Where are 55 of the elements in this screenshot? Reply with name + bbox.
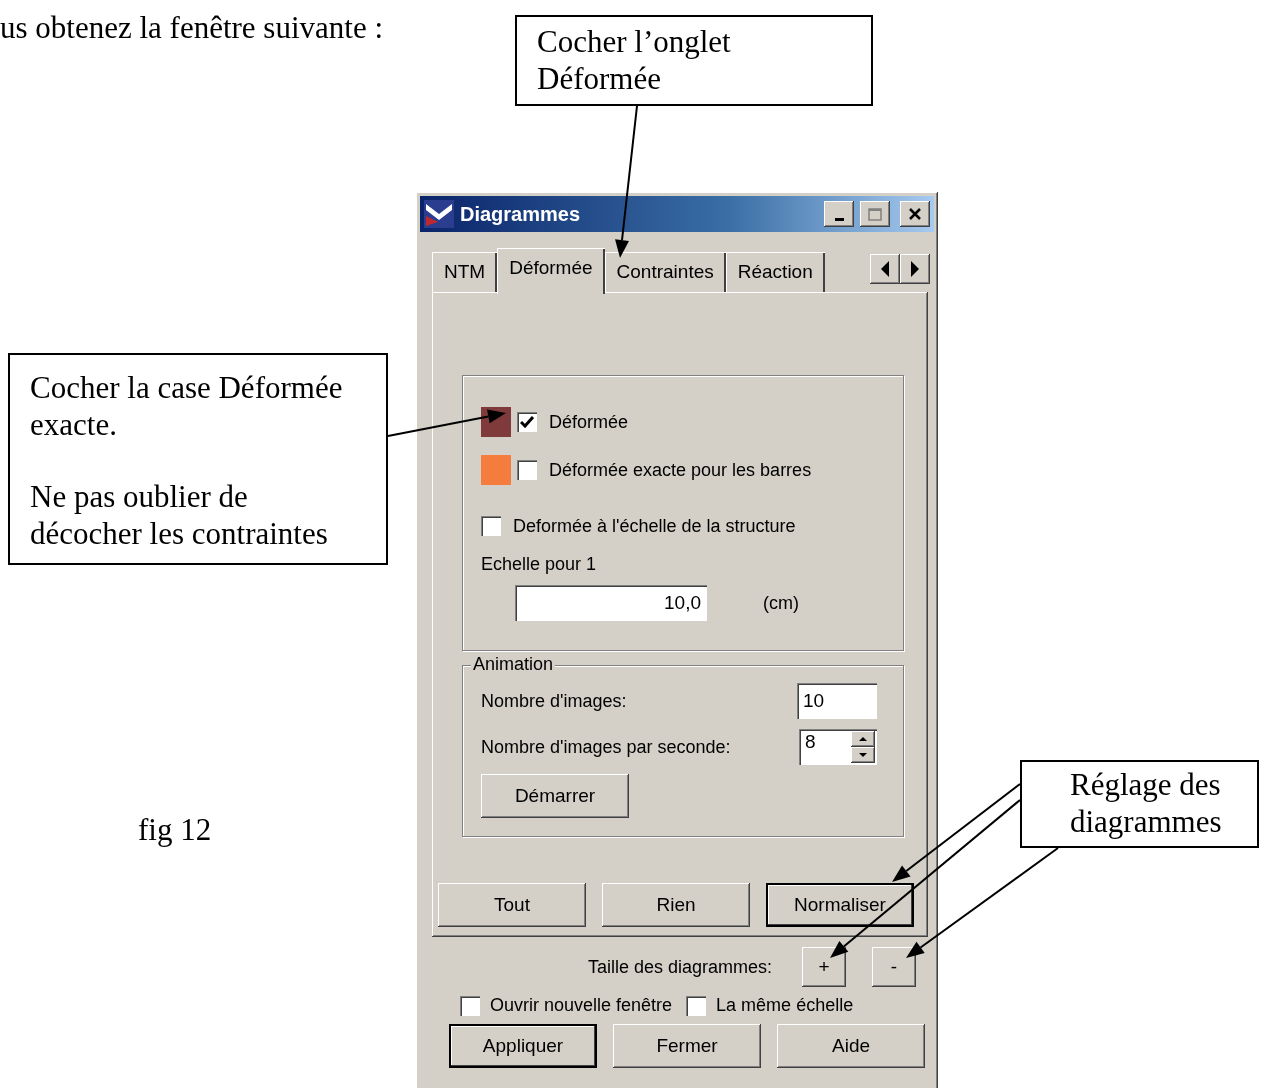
close-icon: [908, 207, 922, 221]
checkbox-label: Ouvrir nouvelle fenêtre: [490, 995, 673, 1016]
window-title: Diagrammes: [460, 202, 582, 226]
frames-input[interactable]: 10: [797, 683, 877, 719]
checkbox-label: Déformée exacte pour les barres: [549, 459, 812, 481]
down-arrow-icon: [859, 753, 867, 757]
checkbox[interactable]: [481, 516, 501, 536]
spin-down-button[interactable]: [851, 747, 875, 763]
size-button[interactable]: +: [802, 947, 846, 987]
right-arrow-icon: [911, 261, 919, 277]
tab-scroll-right-button[interactable]: [900, 254, 930, 284]
dialog-button[interactable]: Appliquer: [449, 1024, 597, 1068]
checkbox[interactable]: [517, 460, 537, 480]
tab-scroll-left-button[interactable]: [870, 254, 900, 284]
close-button[interactable]: [900, 201, 930, 227]
dialog-button[interactable]: Aide: [777, 1024, 925, 1068]
tab[interactable]: Contraintes: [604, 252, 726, 292]
tab[interactable]: Déformée: [497, 248, 605, 294]
maximize-button[interactable]: [860, 201, 890, 227]
spin-up-button[interactable]: [851, 731, 875, 747]
figure-label: fig 12: [138, 812, 212, 848]
start-button[interactable]: Démarrer: [481, 774, 629, 818]
checkmark-icon: [520, 416, 534, 428]
color-swatch[interactable]: [481, 455, 511, 485]
scale-label: Echelle pour 1: [481, 554, 598, 575]
maximize-icon: [868, 207, 882, 221]
size-button[interactable]: -: [872, 947, 916, 987]
checkbox-label: Déformée: [549, 411, 629, 433]
minimize-icon: [834, 217, 844, 221]
dialog-button[interactable]: Fermer: [613, 1024, 761, 1068]
panel-button[interactable]: Rien: [602, 883, 750, 927]
callout-text: Ne pas oublier de décocher les contraintes: [30, 478, 329, 552]
callout-text: Cocher l’onglet Déformée: [537, 23, 732, 97]
checkbox-label: Deformée à l'échelle de la structure: [513, 515, 796, 537]
app-logo-icon: [424, 200, 454, 228]
checkbox[interactable]: [460, 995, 480, 1016]
fps-label: Nombre d'images par seconde:: [481, 736, 731, 758]
tab[interactable]: Réaction: [725, 252, 825, 292]
checkbox-label: La même échelle: [716, 995, 854, 1016]
size-label: Taille des diagrammes:: [587, 956, 772, 978]
callout-text: Réglage des diagrammes: [1070, 766, 1223, 840]
checkbox[interactable]: [517, 412, 537, 432]
fps-spinner[interactable]: 8: [799, 729, 877, 765]
unit-label: (cm): [763, 592, 799, 614]
tab[interactable]: NTM: [432, 252, 498, 292]
intro-text: us obtenez la fenêtre suivante :: [0, 10, 384, 46]
up-arrow-icon: [859, 737, 867, 741]
panel-button[interactable]: Tout: [438, 883, 586, 927]
frames-label: Nombre d'images:: [481, 690, 627, 712]
checkbox[interactable]: [686, 995, 707, 1016]
callout-text: Cocher la case Déformée exacte.: [30, 369, 344, 443]
panel-button[interactable]: Normaliser: [766, 883, 914, 927]
scale-input[interactable]: 10,0: [515, 585, 707, 621]
left-arrow-icon: [881, 261, 889, 277]
minimize-button[interactable]: [824, 201, 854, 227]
